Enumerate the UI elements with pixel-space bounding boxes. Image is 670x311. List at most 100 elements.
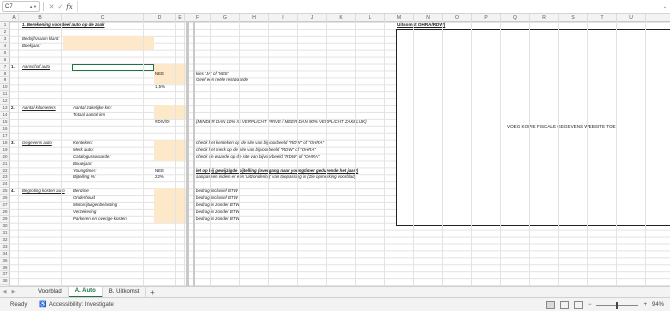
row-header-17[interactable]: 17 [0,133,10,140]
column-header-l[interactable]: L [356,14,385,22]
youngtimer-value[interactable]: NEE [155,168,164,175]
column-header-q[interactable]: Q [501,14,530,22]
zoom-level[interactable]: 94% [652,302,664,308]
scroll-tabs-left-icon[interactable]: ◀ [0,289,9,295]
row-header-5[interactable]: 5 [0,50,10,57]
column-header-f[interactable]: F [185,14,211,22]
row-header-31[interactable]: 31 [0,230,10,237]
row-header-7[interactable]: 7 [0,64,10,71]
column-header-e[interactable]: E [176,14,185,22]
add-sheet-button[interactable]: + [146,288,158,297]
tab-b-uitkomst[interactable]: B. Uitkomst [103,286,147,298]
row-header-6[interactable]: 6 [0,57,10,64]
page-layout-view-button[interactable] [559,301,569,309]
row-header-23[interactable]: 23 [0,174,10,182]
row-header-35[interactable]: 35 [0,258,10,265]
row-header-8[interactable]: 8 [0,71,10,78]
row-header-10[interactable]: 10 [0,84,10,92]
row-header-4[interactable]: 4 [0,43,10,50]
row-header-28[interactable]: 28 [0,209,10,217]
row-header-25[interactable]: 25 [0,188,10,196]
input-fill-company [63,35,154,50]
row-header-2[interactable]: 2 [0,29,10,36]
row-header-19[interactable]: 19 [0,147,10,154]
zoom-in-button[interactable]: + [643,302,647,308]
column-header-j[interactable]: J [298,14,327,22]
label-business-km: Aantal zakelijke km: [73,105,112,111]
row-header-36[interactable]: 36 [0,265,10,272]
column-header-p[interactable]: P [472,14,501,22]
cancel-icon[interactable]: ✕ [47,3,56,11]
row-header-16[interactable]: 16 [0,126,10,133]
zoom-slider-knob[interactable] [616,301,619,309]
insert-function-button[interactable]: fx [65,3,74,11]
column-header-r[interactable]: R [530,14,559,22]
row-header-11[interactable]: 11 [0,91,10,99]
km-ratio-error[interactable]: #DIV/0! [155,119,170,126]
column-header-i[interactable]: I [269,14,298,22]
row-header-26[interactable]: 26 [0,195,10,203]
row-header-13[interactable]: 13 [0,105,10,113]
row-header-24[interactable]: 24 [0,181,10,189]
column-header-m[interactable]: M [385,14,414,22]
preview-title: Uitsomst OHRA/RDW) [397,22,446,27]
row-header-30[interactable]: 30 [0,223,10,230]
column-header-t[interactable]: T [588,14,617,22]
row-header-9[interactable]: 9 [0,77,10,85]
column-header-s[interactable]: S [559,14,588,22]
column-header-d[interactable]: D [144,14,176,22]
accessibility-icon: ♿ [39,302,47,308]
grid-line [384,22,385,286]
column-header-o[interactable]: O [443,14,472,22]
confirm-icon[interactable]: ✓ [56,3,65,11]
row-header-22[interactable]: 22 [0,168,10,175]
zoom-slider[interactable] [596,301,639,309]
column-header-a[interactable]: A [10,14,19,22]
formula-input[interactable] [77,1,660,12]
scroll-tabs-right-icon[interactable]: ▶ [9,289,18,295]
page-break-view-button[interactable] [573,301,583,309]
accessibility-status[interactable]: ♿ Accessibility: Investigate [39,301,114,309]
row-header-27[interactable]: 27 [0,202,10,210]
column-header-h[interactable]: H [240,14,269,22]
column-header-n[interactable]: N [414,14,443,22]
note-text: bedrag inclusief BTW [196,188,238,194]
row-header-32[interactable]: 32 [0,237,10,244]
label-bijtelling: Bijtelling %: [73,174,96,180]
column-header-k[interactable]: K [327,14,356,22]
column-header-u[interactable]: U [617,14,646,22]
chevron-down-icon[interactable]: ▲▼ [29,4,37,9]
name-box[interactable]: C7 ▲▼ [2,1,40,12]
tab-a-auto[interactable]: A. Auto [68,286,103,298]
row-header-33[interactable]: 33 [0,244,10,251]
excel-window: { "formula_bar": { "name_box": "C7", "fx… [0,0,670,311]
tab-voorblad[interactable]: Voorblad [32,286,69,298]
row-header-14[interactable]: 14 [0,112,10,119]
grid-line [645,22,646,286]
rate-value[interactable]: 1,5% [155,84,165,91]
row-header-3[interactable]: 3 [0,36,10,43]
row-header-1[interactable]: 1 [0,22,10,29]
row-header-15[interactable]: 15 [0,119,10,126]
normal-view-button[interactable] [545,301,555,309]
aanschaf-value[interactable]: NEE [155,71,164,78]
column-header-b[interactable]: B [19,14,62,22]
row-header-34[interactable]: 34 [0,251,10,258]
bijtelling-value[interactable]: 22% [155,174,164,181]
grid-line [442,22,443,286]
row-header-37[interactable]: 37 [0,271,10,279]
row-header-38[interactable]: 38 [0,278,10,286]
grid-line [297,22,298,286]
row-header-18[interactable]: 18 [0,140,10,147]
row-header-12[interactable]: 12 [0,98,10,106]
row-header-20[interactable]: 20 [0,154,10,161]
placeholder-text: VOEG KOPIE FISCALE GEGEVENS WEBSITE TOE [507,124,616,129]
row-header-29[interactable]: 29 [0,216,10,223]
zoom-out-button[interactable]: − [588,302,592,308]
worksheet-grid[interactable]: 1. Berekening voordeel auto op de zaak B… [10,22,670,286]
expand-formula-bar-icon[interactable]: ⌄ [660,4,670,10]
row-header-21[interactable]: 21 [0,161,10,168]
column-header-c[interactable]: C [62,14,144,22]
selected-cell[interactable] [72,63,154,71]
column-header-g[interactable]: G [211,14,240,22]
